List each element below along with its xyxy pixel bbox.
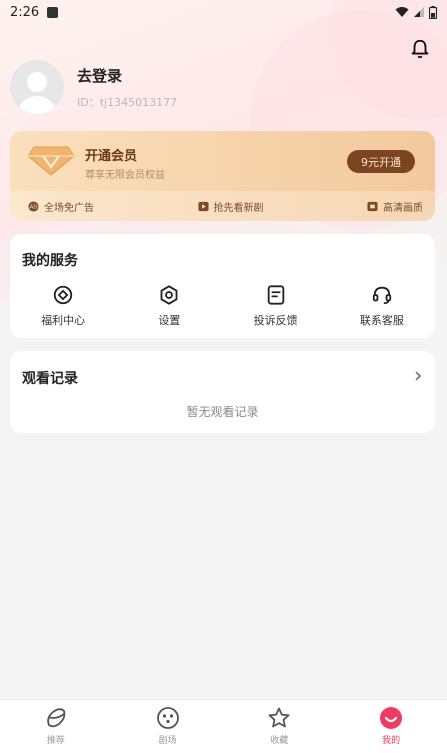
vip-gem-icon <box>27 146 75 176</box>
hd-box-icon <box>367 201 378 211</box>
services-card: 我的服务 福利中心 设置 投诉反馈 联系客服 <box>10 234 435 338</box>
perk-item: 高清画质 <box>367 199 423 214</box>
watch-history-card[interactable]: 观看记录 暂无观看记录 <box>10 351 435 433</box>
recommend-icon <box>47 708 66 728</box>
history-empty-text: 暂无观看记录 <box>186 405 259 419</box>
perk-label: 高清画质 <box>383 202 423 214</box>
settings-icon <box>160 285 178 305</box>
vip-card[interactable]: 开通会员 尊享无限会员权益 9元开通 AD 全场免广告 抢先看新剧 高清画质 <box>10 131 435 221</box>
star-icon <box>268 707 290 728</box>
bottom-tab-bar: 推荐 剧场 收藏 我的 <box>0 699 447 753</box>
vip-subtitle: 尊享无限会员权益 <box>85 170 165 181</box>
perk-item: AD 全场免广告 <box>28 199 94 214</box>
service-settings[interactable]: 设置 <box>116 284 222 328</box>
tab-label: 我的 <box>382 736 401 746</box>
tab-mine[interactable]: 我的 <box>335 700 447 753</box>
avatar[interactable] <box>10 60 64 114</box>
service-feedback[interactable]: 投诉反馈 <box>223 284 329 328</box>
tab-recommend[interactable]: 推荐 <box>0 700 112 753</box>
vip-open-button[interactable]: 9元开通 <box>347 150 415 173</box>
tab-label: 收藏 <box>270 736 289 746</box>
service-welfare[interactable]: 福利中心 <box>10 284 116 328</box>
play-box-icon <box>197 201 209 211</box>
status-bar: 2:26 <box>0 0 447 24</box>
perk-label: 抢先看新剧 <box>213 202 264 214</box>
no-ads-icon: AD <box>28 200 39 212</box>
headset-icon <box>372 286 392 305</box>
tab-label: 剧场 <box>158 736 177 746</box>
vip-title: 开通会员 <box>85 149 138 164</box>
service-label: 投诉反馈 <box>253 314 298 327</box>
profile-section[interactable]: 去登录 ID：tj1345013177 <box>10 60 177 114</box>
service-label: 福利中心 <box>41 314 86 327</box>
feedback-icon <box>267 285 284 305</box>
theater-icon <box>156 707 179 729</box>
tab-label: 推荐 <box>46 736 65 746</box>
mine-icon <box>380 707 403 729</box>
battery-icon <box>429 5 437 19</box>
chevron-right-icon[interactable] <box>413 370 423 382</box>
service-label: 设置 <box>158 314 181 327</box>
perk-item: 抢先看新剧 <box>197 199 264 214</box>
status-time: 2:26 <box>10 4 40 20</box>
wifi-icon <box>395 7 409 17</box>
notification-a-icon <box>47 6 59 18</box>
tab-favorites[interactable]: 收藏 <box>224 700 336 753</box>
welfare-icon <box>53 285 73 305</box>
perk-label: 全场免广告 <box>44 202 94 214</box>
service-customer-support[interactable]: 联系客服 <box>329 284 435 328</box>
services-title: 我的服务 <box>22 253 78 269</box>
svg-text:AD: AD <box>30 204 38 210</box>
bell-icon[interactable] <box>409 38 431 60</box>
service-label: 联系客服 <box>359 314 404 327</box>
signal-icon <box>414 7 424 17</box>
tab-theater[interactable]: 剧场 <box>112 700 224 753</box>
login-link[interactable]: 去登录 <box>77 65 177 86</box>
vip-perks: AD 全场免广告 抢先看新剧 高清画质 <box>10 191 435 221</box>
history-title: 观看记录 <box>22 371 78 387</box>
user-id: ID：tj1345013177 <box>77 95 178 109</box>
